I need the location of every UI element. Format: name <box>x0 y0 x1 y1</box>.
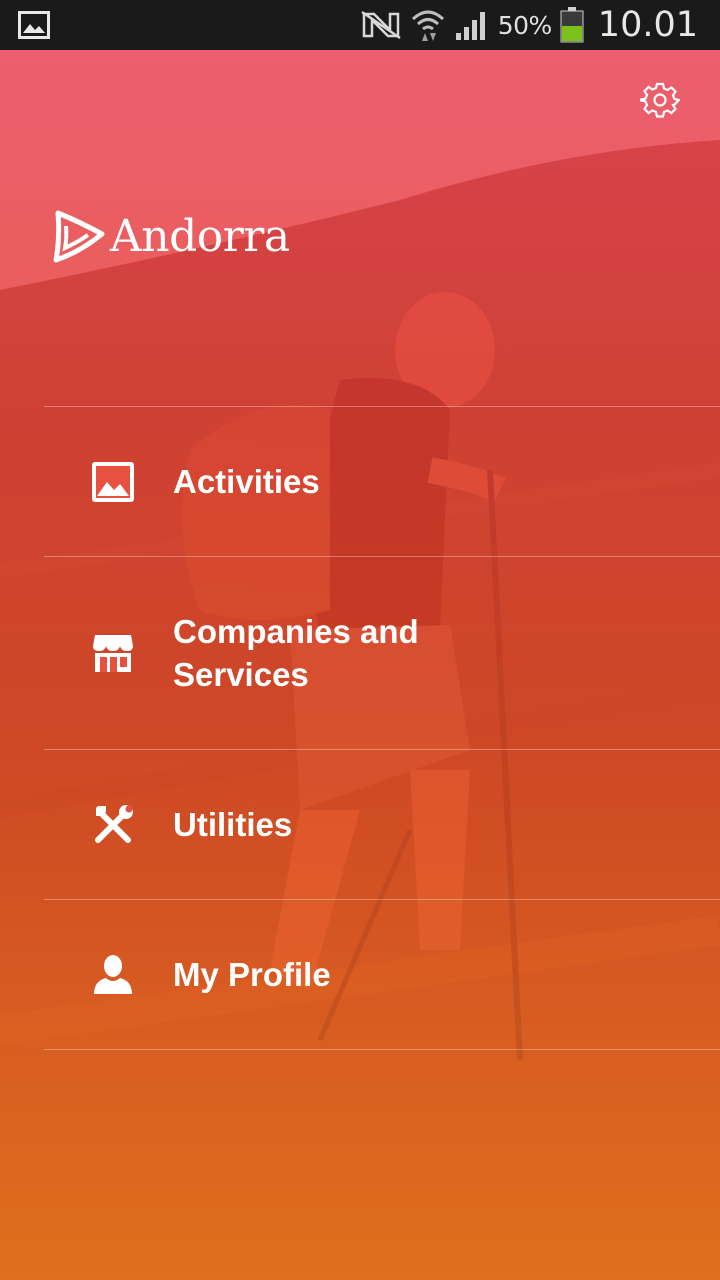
image-icon <box>92 461 134 503</box>
clock: 10.01 <box>597 5 698 45</box>
status-indicators: 50% 10.01 <box>360 0 698 50</box>
status-bar: 50% 10.01 <box>0 0 720 50</box>
menu-item-label: Activities <box>173 463 320 500</box>
wifi-icon <box>411 10 444 41</box>
menu-item-my-profile[interactable]: My Profile <box>44 899 720 1050</box>
store-icon <box>92 632 134 674</box>
menu-item-utilities[interactable]: Utilities <box>44 749 720 899</box>
battery-percent: 50% <box>497 10 553 40</box>
battery-icon <box>560 7 584 43</box>
andorra-logo-mark-icon <box>53 210 105 263</box>
main-menu: Activities Companies and Services Utilit… <box>44 406 720 1050</box>
navigation-drawer: Andorra Activities Companies and Service… <box>0 50 720 1280</box>
menu-item-companies-and-services[interactable]: Companies and Services <box>44 556 720 749</box>
menu-item-label: Utilities <box>173 806 293 843</box>
menu-item-activities[interactable]: Activities <box>44 406 720 556</box>
gear-icon[interactable] <box>640 80 680 120</box>
nfc-icon <box>361 10 401 40</box>
menu-item-label: Companies and Services <box>173 613 419 693</box>
tools-icon <box>92 804 134 846</box>
menu-item-label: My Profile <box>173 956 331 993</box>
logo-text: Andorra <box>110 210 290 262</box>
user-icon <box>92 954 134 996</box>
signal-icon <box>455 12 485 40</box>
gallery-icon <box>18 11 50 39</box>
andorra-logo: Andorra <box>50 208 290 264</box>
